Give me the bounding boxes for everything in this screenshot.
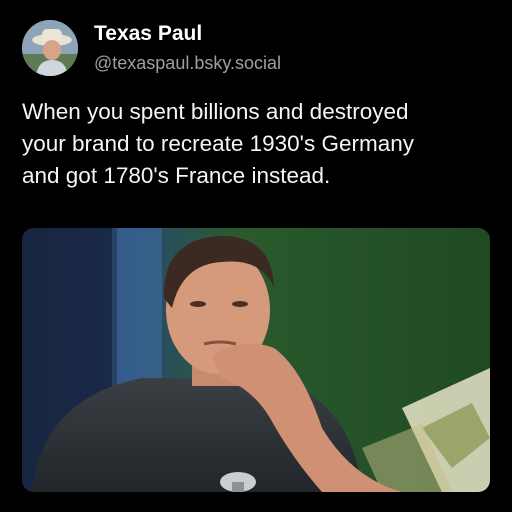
person-photo-icon: [22, 228, 490, 492]
author-avatar[interactable]: [22, 20, 78, 76]
post-text-line: and got 1780's France instead.: [22, 163, 331, 188]
post-text-line: When you spent billions and destroyed: [22, 99, 409, 124]
post-card: Texas Paul @texaspaul.bsky.social When y…: [0, 0, 512, 512]
post-media-photo[interactable]: [22, 228, 490, 492]
author-display-name[interactable]: Texas Paul: [94, 22, 202, 46]
post-text-line: your brand to recreate 1930's Germany: [22, 131, 415, 156]
author-handle[interactable]: @texaspaul.bsky.social: [94, 53, 281, 74]
post-text: When you spent billions and destroyed yo…: [22, 96, 492, 192]
avatar-image-icon: [22, 20, 78, 76]
